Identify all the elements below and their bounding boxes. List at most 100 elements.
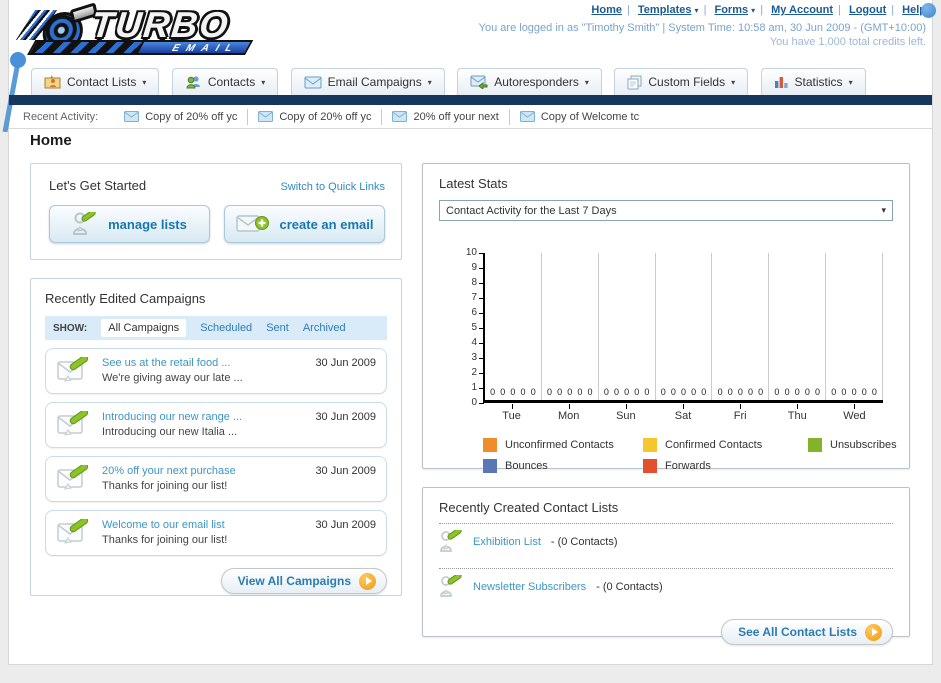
latest-stats-title: Latest Stats [439,176,508,191]
y-tick-label: 5 [455,321,484,335]
series-value-label: 0 [587,387,593,397]
series-value-label: 0 [557,387,563,397]
value-labels: 00000 [599,387,655,397]
y-tick-label: 3 [455,351,484,365]
tab-autoresponders[interactable]: Autoresponders ▾ [457,68,602,95]
chevron-down-icon: ▾ [751,6,756,15]
get-started-panel: Let's Get Started Switch to Quick Links … [30,163,402,260]
pages-icon [627,75,642,89]
nav-link-home[interactable]: Home [591,4,622,16]
recent-activity-item[interactable]: 20% off your next [382,108,510,125]
filter-scheduled[interactable]: Scheduled [200,322,252,334]
filter-archived[interactable]: Archived [303,322,346,334]
series-value-label: 0 [500,387,506,397]
x-tick-label: Fri [712,404,769,422]
contact-list-count: - (0 Contacts) [596,581,663,593]
x-axis-labels: Tue Mon Sun Sat Fri Thu Wed [483,404,883,422]
chevron-down-icon: ▾ [694,6,699,15]
envelope-icon [258,111,274,122]
campaign-link[interactable]: Introducing our new range ... [102,411,305,423]
nav-link-forms[interactable]: Forms [714,4,748,16]
y-tick-label: 9 [455,261,484,275]
chart-day-group: 00000 [712,253,770,400]
series-value-label: 0 [758,387,764,397]
contact-list-link[interactable]: Newsletter Subscribers [473,581,586,593]
series-value-label: 0 [774,387,780,397]
chevron-down-icon: ▾ [731,77,736,87]
series-value-label: 0 [861,387,867,397]
legend-item: Confirmed Contacts [643,438,808,452]
series-value-label: 0 [577,387,583,397]
activity-item-label: 20% off your next [413,110,499,123]
x-tick-label: Tue [483,404,540,422]
chart-day-group: 00000 [599,253,656,400]
bar-chart-icon [774,77,788,88]
x-tick-label: Sun [597,404,654,422]
recent-activity-label: Recent Activity: [23,110,99,123]
contact-list-link[interactable]: Exhibition List [473,536,541,548]
manage-lists-label: manage lists [108,216,187,232]
y-tick-label: 10 [455,246,484,260]
tab-custom-fields[interactable]: Custom Fields ▾ [614,68,749,95]
series-value-label: 0 [784,387,790,397]
recent-activity-item[interactable]: Copy of Welcome tc [510,109,649,125]
chart-day-group: 00000 [826,253,884,400]
series-value-label: 0 [603,387,609,397]
y-tick-label: 0 [455,396,484,410]
filter-all-campaigns[interactable]: All Campaigns [101,319,187,337]
nav-link-logout[interactable]: Logout [849,4,886,16]
chart-day-group: 00000 [542,253,599,400]
series-value-label: 0 [794,387,800,397]
filter-sent[interactable]: Sent [266,322,289,334]
campaign-link[interactable]: Welcome to our email list [102,519,305,531]
separator: | [760,4,764,16]
tab-label: Custom Fields [648,75,726,89]
envelope-pencil-icon [57,411,89,436]
activity-item-label: Copy of 20% off yc [145,110,238,123]
app-window: TURBO EMAIL Home | Templates ▾ | Forms ▾ | … [0,0,941,683]
person-pencil-icon [440,575,462,597]
recent-activity-item[interactable]: Copy of 20% off yc [248,108,383,125]
see-all-contact-lists-button[interactable]: See All Contact Lists [721,619,893,645]
nav-link-templates[interactable]: Templates [638,4,692,16]
switch-quick-links[interactable]: Switch to Quick Links [280,181,385,193]
series-value-label: 0 [624,387,630,397]
envelope-pencil-icon [57,465,89,490]
legend-label: Unconfirmed Contacts [505,439,614,451]
campaign-subject: Thanks for joining our list! [102,480,228,492]
tab-email-campaigns[interactable]: Email Campaigns ▾ [290,68,445,95]
series-value-label: 0 [691,387,697,397]
envelope-icon [519,111,535,122]
logo-stripes [27,40,146,55]
series-value-label: 0 [530,387,536,397]
tab-label: Contacts [207,75,256,89]
create-email-button[interactable]: create an email [224,205,385,243]
series-value-label: 0 [727,387,733,397]
tab-statistics[interactable]: Statistics ▾ [760,68,866,95]
view-all-campaigns-label: View All Campaigns [237,574,351,588]
manage-lists-button[interactable]: manage lists [49,205,210,243]
person-pencil-icon [73,212,96,235]
view-all-campaigns-button[interactable]: View All Campaigns [220,568,387,594]
chart-day-group: 00000 [769,253,827,400]
tab-contact-lists[interactable]: Contact Lists ▾ [31,68,160,95]
campaign-link[interactable]: 20% off your next purchase [102,465,305,477]
series-value-label: 0 [567,387,573,397]
stats-range-select[interactable]: Contact Activity for the Last 7 Days ▾ [439,200,893,221]
legend-item: Bounces [483,459,643,473]
tab-label: Email Campaigns [327,75,422,89]
campaign-link[interactable]: See us at the retail food ... [102,357,305,369]
nav-link-my-account[interactable]: My Account [771,4,833,16]
series-value-label: 0 [520,387,526,397]
envelope-pencil-icon [57,357,89,382]
chevron-down-icon: ▾ [584,77,589,87]
latest-stats-panel: Latest Stats Contact Activity for the La… [422,163,910,473]
series-value-label: 0 [634,387,640,397]
series-value-label: 0 [814,387,820,397]
tab-contacts[interactable]: Contacts ▾ [171,68,279,95]
main-navigation: Contact Lists ▾ Contacts ▾ Email Campaig… [9,68,932,96]
recent-activity-item[interactable]: Copy of 20% off yc [114,108,249,125]
arrow-right-icon [865,623,882,641]
series-value-label: 0 [831,387,837,397]
campaign-row: 20% off your next purchase Thanks for jo… [45,456,387,502]
